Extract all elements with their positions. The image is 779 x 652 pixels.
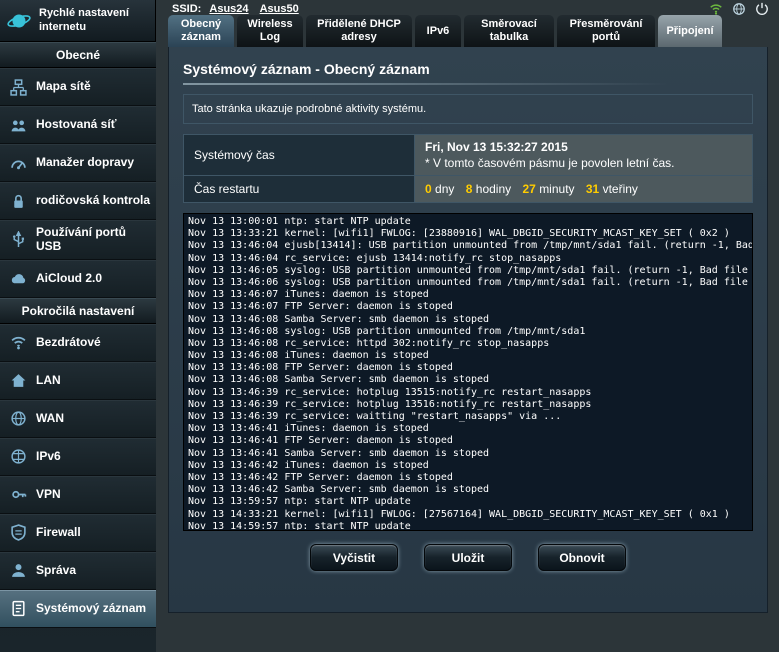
save-button[interactable]: Uložit [424,544,512,571]
sidebar-item-traffic-manager[interactable]: Manažer dopravy [0,144,156,182]
system-log-textarea[interactable]: Nov 13 13:00:01 ntp: start NTP update No… [183,213,753,531]
sidebar-item-label: IPv6 [36,450,61,464]
sidebar-item-wan[interactable]: WAN [0,400,156,438]
tab-label: Směrovací tabulka [468,18,550,43]
wan-icon [8,410,28,427]
uptime-value-cell: 0 dny 8 hodiny 27 minuty 31 vteřiny [415,176,753,203]
page-description: Tato stránka ukazuje podrobné aktivity s… [183,94,753,124]
wifi-status-icon[interactable] [709,2,723,16]
firewall-shield-icon [8,524,28,541]
sidebar-item-usb-ports[interactable]: Používání portů USB [0,220,156,260]
quick-setup-globe-icon [6,8,32,34]
syslog-document-icon [8,600,28,617]
tab-label: Přidělené DHCP adresy [310,18,408,43]
uptime-hours-number: 8 [466,182,473,196]
log-tabs: Obecný záznam Wireless Log Přidělené DHC… [168,15,722,47]
ipv6-globe-icon [8,448,28,465]
tab-routing-table[interactable]: Směrovací tabulka [464,15,554,47]
page-title: Systémový záznam - Obecný záznam [183,55,753,77]
ssid-link-2g[interactable]: Asus24 [209,3,248,15]
sidebar-item-label: WAN [36,412,64,426]
tab-connections[interactable]: Připojení [658,15,722,47]
tab-general-log[interactable]: Obecný záznam [168,15,234,47]
sidebar-item-label: Firewall [36,526,81,540]
clear-button[interactable]: Vyčistit [310,544,398,571]
vpn-key-icon [8,486,28,503]
sidebar-item-lan[interactable]: LAN [0,362,156,400]
parental-control-icon [8,193,28,210]
sidebar-item-system-log[interactable]: Systémový záznam [0,590,156,628]
sidebar-item-label: Systémový záznam [36,602,146,616]
ssid-label: SSID: [172,3,201,15]
sidebar-item-guest-network[interactable]: Hostovaná síť [0,106,156,144]
guest-network-icon [8,117,28,134]
tab-label: Wireless Log [241,18,299,43]
system-time-value: Fri, Nov 13 15:32:27 2015 [425,140,742,154]
tab-label: Obecný záznam [172,18,230,43]
sidebar-item-label: Bezdrátové [36,336,101,350]
sidebar-section-general: Obecné [0,42,156,68]
ssid-bar: SSID: Asus24 Asus50 [172,3,307,15]
admin-person-icon [8,562,28,579]
sidebar-item-label: VPN [36,488,61,502]
uptime-minutes-number: 27 [522,182,535,196]
sidebar-item-label: Manažer dopravy [36,156,134,170]
uptime-seconds-unit: vteřiny [603,182,638,196]
lan-icon [8,372,28,389]
system-time-row: Systémový čas Fri, Nov 13 15:32:27 2015 … [184,135,753,176]
sidebar-item-vpn[interactable]: VPN [0,476,156,514]
quick-setup-label: Rychlé nastavení internetu [39,7,129,35]
uptime-minutes-unit: minuty [539,182,574,196]
quick-setup-label-line1: Rychlé nastavení [39,7,129,19]
header-status-icons [709,2,769,16]
sidebar-item-administration[interactable]: Správa [0,552,156,590]
network-map-icon [8,79,28,96]
system-time-label: Systémový čas [184,135,415,176]
traffic-manager-icon [8,155,28,172]
sidebar-item-label: LAN [36,374,61,388]
sidebar-item-ipv6[interactable]: IPv6 [0,438,156,476]
sidebar-item-label: Používání portů USB [36,226,152,254]
cloud-icon [8,270,28,287]
ssid-link-5g[interactable]: Asus50 [260,3,299,15]
sidebar-item-label: Správa [36,564,76,578]
sidebar-item-label: rodičovská kontrola [36,194,150,208]
tab-port-forwarding[interactable]: Přesměrování portů [557,15,655,47]
tab-wireless-log[interactable]: Wireless Log [237,15,303,47]
uptime-days-unit: dny [435,182,454,196]
tab-label: Připojení [666,25,713,38]
uptime-row: Čas restartu 0 dny 8 hodiny 27 minuty 31… [184,176,753,203]
sidebar-item-parental-control[interactable]: rodičovská kontrola [0,182,156,220]
info-table: Systémový čas Fri, Nov 13 15:32:27 2015 … [183,134,753,203]
sidebar-item-label: AiCloud 2.0 [36,272,102,286]
title-divider [183,83,753,85]
quick-internet-setup-button[interactable]: Rychlé nastavení internetu [0,0,156,42]
sidebar-item-label: Hostovaná síť [36,118,116,132]
dst-note: * V tomto časovém pásmu je povolen letní… [425,156,742,170]
sidebar: Obecné Mapa sítě Hostovaná síť Manažer d… [0,42,156,652]
action-buttons: Vyčistit Uložit Obnovit [183,544,753,571]
sidebar-item-label: Mapa sítě [36,80,91,94]
uptime-seconds-number: 31 [586,182,599,196]
refresh-button[interactable]: Obnovit [538,544,626,571]
logout-icon[interactable] [755,2,769,16]
quick-setup-label-line2: internetu [39,21,86,33]
sidebar-item-network-map[interactable]: Mapa sítě [0,68,156,106]
usb-icon [8,231,28,248]
wireless-icon [8,334,28,351]
sidebar-item-aicloud[interactable]: AiCloud 2.0 [0,260,156,298]
sidebar-item-firewall[interactable]: Firewall [0,514,156,552]
uptime-label: Čas restartu [184,176,415,203]
content-panel: Systémový záznam - Obecný záznam Tato st… [168,47,768,613]
uptime-days-number: 0 [425,182,432,196]
sidebar-section-advanced: Pokročilá nastavení [0,298,156,324]
tab-label: Přesměrování portů [561,18,651,43]
tab-label: IPv6 [427,25,450,38]
sidebar-item-wireless[interactable]: Bezdrátové [0,324,156,362]
tab-ipv6[interactable]: IPv6 [415,15,461,47]
internet-status-icon[interactable] [732,2,746,16]
tab-dhcp-leases[interactable]: Přidělené DHCP adresy [306,15,412,47]
uptime-hours-unit: hodiny [476,182,511,196]
system-time-value-cell: Fri, Nov 13 15:32:27 2015 * V tomto časo… [415,135,753,176]
